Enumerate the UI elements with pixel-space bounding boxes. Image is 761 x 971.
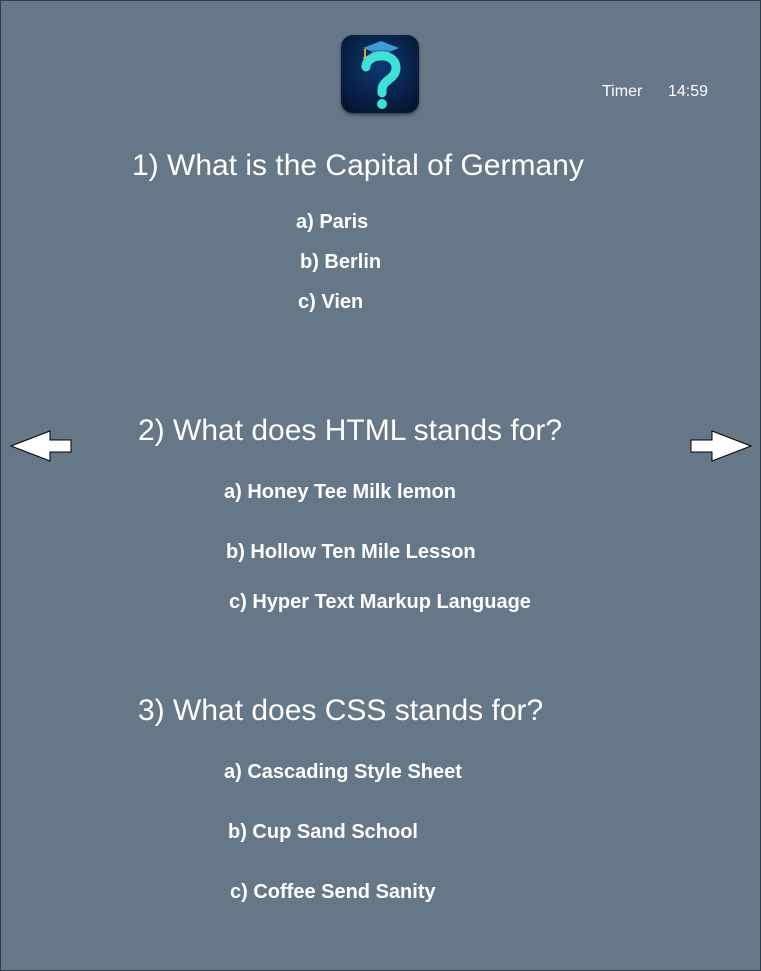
question-1-text: 1) What is the Capital of Germany [132, 149, 584, 182]
question-3-option-c[interactable]: c) Coffee Send Sanity [230, 881, 436, 904]
question-2-text: 2) What does HTML stands for? [138, 414, 563, 447]
quiz-page: Timer 14:59 1) What is the Capital of Ge… [0, 0, 761, 971]
question-mark-graduation-cap-icon [361, 41, 401, 109]
timer-value: 14:59 [668, 83, 709, 100]
question-2-option-c[interactable]: c) Hyper Text Markup Language [229, 591, 531, 614]
question-3-option-a[interactable]: a) Cascading Style Sheet [224, 761, 462, 784]
question-3-option-b[interactable]: b) Cup Sand School [228, 821, 418, 844]
timer-label: Timer [602, 83, 643, 100]
question-2-option-b[interactable]: b) Hollow Ten Mile Lesson [226, 541, 476, 564]
question-1-option-b[interactable]: b) Berlin [300, 251, 381, 274]
app-logo [341, 35, 419, 113]
question-1-option-a[interactable]: a) Paris [296, 211, 368, 234]
question-3-text: 3) What does CSS stands for? [138, 694, 544, 727]
question-1-option-c[interactable]: c) Vien [298, 291, 363, 314]
prev-arrow-button[interactable] [10, 430, 72, 462]
question-2-option-a[interactable]: a) Honey Tee Milk lemon [224, 481, 456, 504]
next-arrow-button[interactable] [690, 430, 752, 462]
